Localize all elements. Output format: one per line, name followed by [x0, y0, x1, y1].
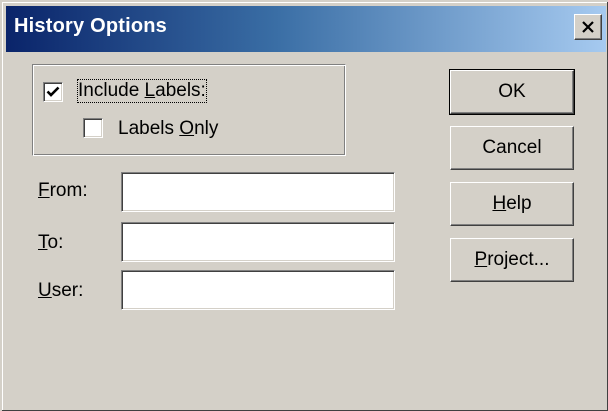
project-button[interactable]: Project... — [450, 238, 574, 282]
close-button[interactable] — [574, 14, 602, 40]
checkmark-icon — [46, 86, 60, 97]
ok-button[interactable]: OK — [449, 69, 575, 115]
user-input[interactable] — [121, 270, 395, 310]
help-button[interactable]: Help — [450, 182, 574, 226]
user-label: User: — [38, 280, 84, 301]
to-label: To: — [38, 232, 64, 253]
cancel-button-label: Cancel — [482, 137, 542, 158]
include-labels-checkbox[interactable] — [43, 82, 63, 102]
title-bar[interactable]: History Options — [6, 6, 606, 52]
project-button-label: Project... — [474, 249, 550, 270]
history-options-dialog: History Options Include Labels: Labels O… — [0, 0, 608, 411]
labels-only-label[interactable]: Labels Only — [118, 118, 218, 140]
to-input[interactable] — [121, 222, 395, 262]
from-label: From: — [38, 180, 88, 201]
help-button-label: Help — [492, 193, 532, 214]
ok-button-label: OK — [498, 81, 526, 102]
labels-only-checkbox[interactable] — [83, 118, 103, 138]
labels-group — [32, 64, 346, 156]
cancel-button[interactable]: Cancel — [450, 126, 574, 170]
from-input[interactable] — [121, 172, 395, 212]
close-icon — [582, 21, 594, 33]
dialog-title: History Options — [14, 15, 168, 37]
include-labels-label[interactable]: Include Labels: — [77, 79, 207, 103]
